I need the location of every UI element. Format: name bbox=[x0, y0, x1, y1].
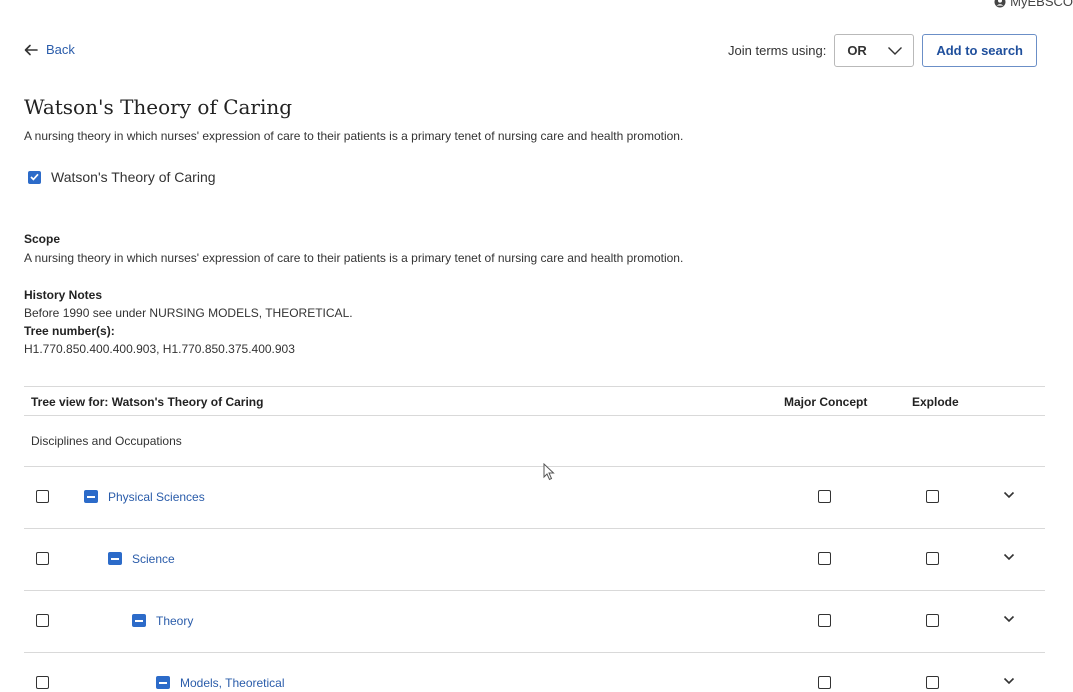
tree-number-text: H1.770.850.400.400.903, H1.770.850.375.4… bbox=[24, 342, 295, 356]
join-terms-label: Join terms using: bbox=[728, 43, 827, 58]
explode-checkbox[interactable] bbox=[926, 490, 939, 503]
back-label: Back bbox=[46, 42, 75, 57]
tree-row: Models, Theoretical bbox=[24, 653, 1045, 692]
explode-checkbox[interactable] bbox=[926, 676, 939, 689]
chevron-down-icon bbox=[888, 46, 903, 55]
collapse-minus-icon[interactable] bbox=[84, 490, 98, 503]
page-description: A nursing theory in which nurses' expres… bbox=[24, 129, 684, 143]
row-select-checkbox[interactable] bbox=[36, 552, 49, 565]
discipline-label: Disciplines and Occupations bbox=[31, 434, 182, 448]
history-notes-label: History Notes bbox=[24, 288, 103, 302]
scope-text: A nursing theory in which nurses' expres… bbox=[24, 251, 684, 265]
chevron-down-icon[interactable] bbox=[1003, 677, 1015, 685]
discipline-row: Disciplines and Occupations bbox=[24, 416, 1045, 467]
major-concept-checkbox[interactable] bbox=[818, 490, 831, 503]
tree-view-table: Tree view for: Watson's Theory of Caring… bbox=[24, 386, 1045, 692]
scope-label: Scope bbox=[24, 232, 61, 246]
term-checkbox-row[interactable]: Watson's Theory of Caring bbox=[28, 169, 216, 185]
tree-view-title: Tree view for: Watson's Theory of Caring bbox=[31, 395, 264, 409]
major-concept-checkbox[interactable] bbox=[818, 676, 831, 689]
mouse-cursor-icon bbox=[543, 463, 555, 481]
row-select-checkbox[interactable] bbox=[36, 490, 49, 503]
chevron-down-icon[interactable] bbox=[1003, 615, 1015, 623]
chevron-down-icon[interactable] bbox=[1003, 491, 1015, 499]
tree-row-label[interactable]: Theory bbox=[156, 614, 193, 628]
history-notes-text: Before 1990 see under NURSING MODELS, TH… bbox=[24, 306, 353, 320]
row-select-checkbox[interactable] bbox=[36, 676, 49, 689]
tree-view-header: Tree view for: Watson's Theory of Caring… bbox=[24, 386, 1045, 416]
collapse-minus-icon[interactable] bbox=[108, 552, 122, 565]
tree-row: Science bbox=[24, 529, 1045, 591]
collapse-minus-icon[interactable] bbox=[132, 614, 146, 627]
tree-row: Theory bbox=[24, 591, 1045, 653]
user-icon bbox=[994, 0, 1006, 7]
join-operator-select[interactable]: OR bbox=[834, 34, 915, 67]
major-concept-checkbox[interactable] bbox=[818, 614, 831, 627]
myebsco-account[interactable]: MyEBSCO bbox=[994, 0, 1073, 9]
arrow-left-icon bbox=[24, 44, 38, 55]
explode-checkbox[interactable] bbox=[926, 614, 939, 627]
checkbox-checked-icon[interactable] bbox=[28, 170, 41, 184]
page-title: Watson's Theory of Caring bbox=[24, 95, 293, 119]
add-to-search-button[interactable]: Add to search bbox=[922, 34, 1037, 67]
join-operator-value: OR bbox=[847, 43, 867, 58]
tree-row-label[interactable]: Science bbox=[132, 552, 175, 566]
account-label: MyEBSCO bbox=[1010, 0, 1073, 9]
tree-row-label[interactable]: Physical Sciences bbox=[108, 490, 205, 504]
collapse-minus-icon[interactable] bbox=[156, 676, 170, 689]
row-select-checkbox[interactable] bbox=[36, 614, 49, 627]
tree-row: Physical Sciences bbox=[24, 467, 1045, 529]
back-link[interactable]: Back bbox=[24, 42, 75, 57]
tree-number-label: Tree number(s): bbox=[24, 324, 115, 338]
term-checkbox-label: Watson's Theory of Caring bbox=[51, 169, 216, 185]
column-major-concept: Major Concept bbox=[784, 395, 868, 409]
explode-checkbox[interactable] bbox=[926, 552, 939, 565]
chevron-down-icon[interactable] bbox=[1003, 553, 1015, 561]
join-terms-area: Join terms using: OR Add to search bbox=[728, 34, 1037, 67]
tree-row-label[interactable]: Models, Theoretical bbox=[180, 676, 285, 690]
major-concept-checkbox[interactable] bbox=[818, 552, 831, 565]
column-explode: Explode bbox=[912, 395, 959, 409]
